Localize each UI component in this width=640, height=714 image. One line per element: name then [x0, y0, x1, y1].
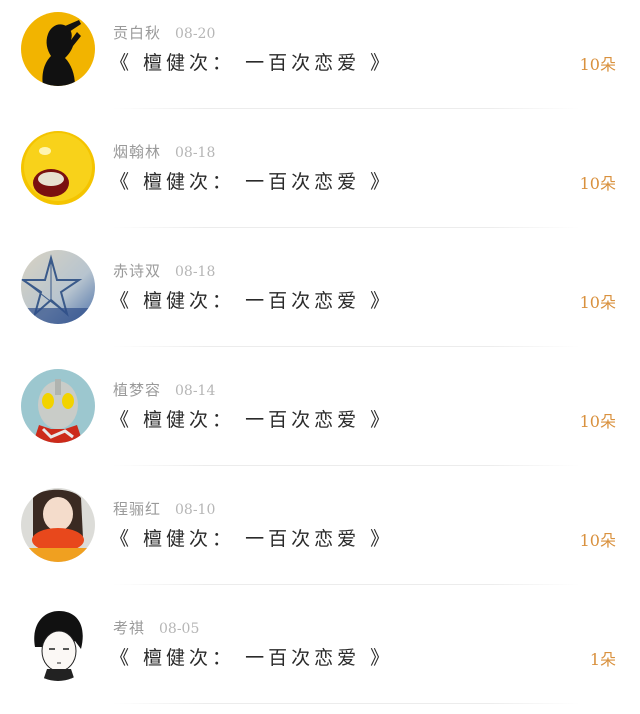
list-item[interactable]: 考祺 08-05 《 檀健次： 一百次恋爱 》 1朵: [0, 595, 640, 714]
flower-count: 10朵: [579, 531, 616, 550]
flower-count: 10朵: [579, 412, 616, 431]
sender-name: 赤诗双: [113, 262, 162, 280]
send-date: 08-18: [175, 145, 216, 161]
send-date: 08-14: [175, 383, 216, 399]
silhouette-woman-avatar[interactable]: [21, 12, 95, 86]
divider: [112, 227, 580, 228]
send-date: 08-10: [175, 502, 216, 518]
item-title: 《 檀健次： 一百次恋爱 》: [110, 52, 394, 74]
item-title: 《 檀健次： 一百次恋爱 》: [110, 171, 394, 193]
flower-count: 10朵: [579, 174, 616, 193]
send-date: 08-05: [159, 621, 200, 637]
list-item[interactable]: 烟翰林 08-18 《 檀健次： 一百次恋爱 》 10朵: [0, 119, 640, 238]
star-ornament-avatar[interactable]: [21, 250, 95, 324]
flower-count: 10朵: [579, 55, 616, 74]
list-item[interactable]: 赤诗双 08-18 《 檀健次： 一百次恋爱 》 10朵: [0, 238, 640, 357]
girl-red-scarf-avatar[interactable]: [21, 488, 95, 562]
divider: [112, 584, 580, 585]
robot-hero-avatar[interactable]: [21, 369, 95, 443]
flower-count: 10朵: [579, 293, 616, 312]
send-date: 08-18: [175, 264, 216, 280]
sender-name: 贡白秋: [113, 24, 162, 42]
item-title: 《 檀健次： 一百次恋爱 》: [110, 409, 394, 431]
sender-meta: 考祺 08-05: [113, 617, 199, 638]
divider: [112, 465, 580, 466]
list-item[interactable]: 植梦容 08-14 《 檀健次： 一百次恋爱 》 10朵: [0, 357, 640, 476]
divider: [112, 703, 580, 704]
flower-count: 1朵: [589, 650, 616, 669]
sender-meta: 赤诗双 08-18: [113, 260, 215, 281]
list-item[interactable]: 贡白秋 08-20 《 檀健次： 一百次恋爱 》 10朵: [0, 0, 640, 119]
sender-meta: 贡白秋 08-20: [113, 22, 215, 43]
sender-meta: 程骊红 08-10: [113, 498, 215, 519]
sender-name: 烟翰林: [113, 143, 162, 161]
send-date: 08-20: [175, 26, 216, 42]
gift-list: 贡白秋 08-20 《 檀健次： 一百次恋爱 》 10朵 烟翰林 08-18 《 檀…: [0, 0, 640, 714]
anime-boy-avatar[interactable]: [21, 607, 95, 681]
list-item[interactable]: 程骊红 08-10 《 檀健次： 一百次恋爱 》 10朵: [0, 476, 640, 595]
item-title: 《 檀健次： 一百次恋爱 》: [110, 290, 394, 312]
yellow-face-avatar[interactable]: [21, 131, 95, 205]
sender-name: 考祺: [113, 619, 146, 637]
item-title: 《 檀健次： 一百次恋爱 》: [110, 528, 394, 550]
divider: [112, 346, 580, 347]
sender-meta: 植梦容 08-14: [113, 379, 215, 400]
sender-name: 植梦容: [113, 381, 162, 399]
sender-name: 程骊红: [113, 500, 162, 518]
divider: [112, 108, 580, 109]
sender-meta: 烟翰林 08-18: [113, 141, 215, 162]
item-title: 《 檀健次： 一百次恋爱 》: [110, 647, 394, 669]
